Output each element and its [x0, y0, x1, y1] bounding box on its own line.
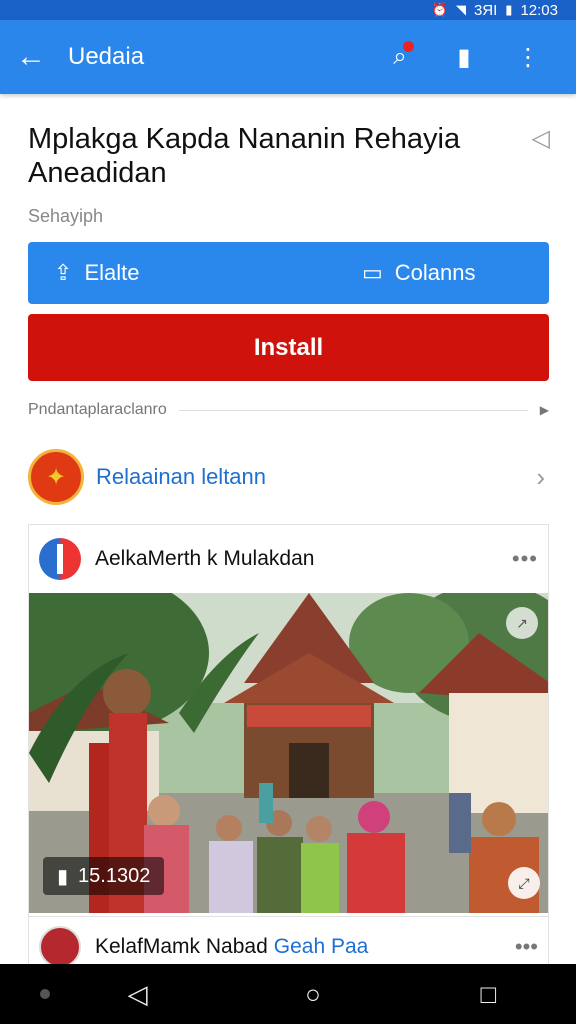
post2-avatar	[39, 926, 81, 964]
bookmark-icon: ▮	[457, 43, 471, 71]
search-button[interactable]: ⌕	[368, 41, 432, 71]
colanns-button[interactable]: ▭ Colanns	[289, 260, 550, 286]
post2-title: KelafMamk Nabad	[95, 935, 268, 958]
publisher-name: Relaainan leltann	[96, 464, 267, 489]
status-bar: ⏰ ◥ 3ЯI ▮ 12:03	[0, 0, 576, 20]
post-title: AelkaMerth k Mulakdan	[95, 547, 315, 570]
divider-line	[178, 409, 528, 411]
publisher-row[interactable]: ✦ Relaainan leltann ›	[28, 448, 549, 506]
chevron-right-icon: ›	[536, 461, 545, 492]
nav-dot-icon	[40, 989, 50, 999]
more-vertical-icon: ⋮	[516, 43, 540, 71]
battery-icon: ▮	[505, 2, 513, 17]
notification-dot	[403, 41, 414, 52]
post-header: AelkaMerth k Mulakdan •••	[29, 525, 548, 593]
action-bar: ⇪ Elalte ▭ Colanns	[28, 242, 549, 304]
post-card-2[interactable]: KelafMamk Nabad Geah Paa •••	[28, 916, 549, 964]
post-avatar	[39, 538, 81, 580]
article-title: Mplakga Kapda Nananin Rehayia Aneadidan	[28, 123, 461, 189]
alarm-icon: ⏰	[431, 2, 448, 17]
signal-text: 3ЯI	[473, 1, 498, 19]
app-title: Uedaia	[68, 43, 145, 70]
colanns-label: Colanns	[394, 260, 476, 285]
comment-icon: ▭	[361, 260, 383, 285]
view-count-badge: ▮ 15.1302	[43, 857, 165, 895]
post-photo[interactable]: ↗ ▮ 15.1302 ⤢	[29, 593, 548, 913]
zoom-icon[interactable]: ⤢	[508, 867, 540, 899]
elalte-button[interactable]: ⇪ Elalte	[28, 260, 289, 286]
install-button[interactable]: Install	[28, 314, 549, 381]
elalte-label: Elalte	[84, 260, 140, 285]
nav-back-icon[interactable]: ◁	[50, 979, 225, 1010]
bookmark-button[interactable]: ▮	[432, 43, 496, 72]
wifi-icon: ◥	[455, 2, 466, 17]
app-bar: ← Uedaia ⌕ ▮ ⋮	[0, 20, 576, 94]
system-nav-bar: ◁ ○ □	[0, 964, 576, 1024]
status-time: 12:03	[520, 1, 558, 19]
post2-header: KelafMamk Nabad Geah Paa •••	[29, 917, 548, 964]
article-header: Mplakga Kapda Nananin Rehayia Aneadidan …	[0, 94, 576, 227]
view-count: 15.1302	[78, 864, 151, 887]
post2-tag[interactable]: Geah Paa	[274, 935, 515, 959]
section-label: Pndantaplaraclanro	[28, 401, 167, 418]
post-more-icon[interactable]: •••	[512, 546, 538, 572]
section-divider[interactable]: Pndantaplaraclanro ▶	[28, 400, 549, 420]
nav-recents-icon[interactable]: □	[401, 979, 576, 1010]
post-card[interactable]: AelkaMerth k Mulakdan ••• ↗ ▮ 15.1302 ⤢	[28, 524, 549, 964]
publisher-logo: ✦	[28, 449, 84, 505]
post2-more-icon[interactable]: •••	[515, 934, 538, 960]
back-arrow-icon[interactable]: ←	[16, 40, 60, 74]
nav-home-icon[interactable]: ○	[225, 979, 400, 1010]
more-options-button[interactable]: ⋮	[496, 43, 560, 72]
gallery-icon: ▮	[57, 865, 69, 888]
article-subtitle: Sehayiph	[28, 206, 104, 226]
share-up-icon: ⇪	[54, 260, 73, 285]
content-area: Mplakga Kapda Nananin Rehayia Aneadidan …	[0, 94, 576, 964]
expand-icon[interactable]: ↗	[506, 607, 538, 639]
share-triangle-icon[interactable]: ◁	[532, 124, 550, 153]
play-arrow-icon: ▶	[539, 403, 549, 417]
